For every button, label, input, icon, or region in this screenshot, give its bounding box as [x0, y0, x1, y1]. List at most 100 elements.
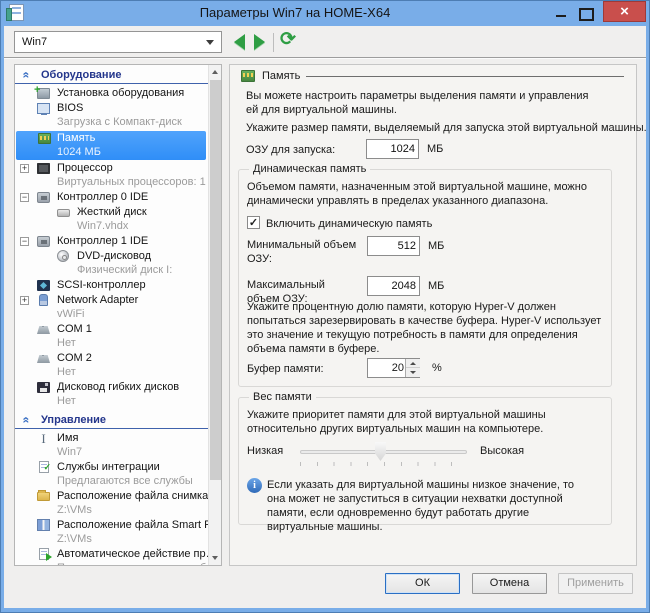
collapse-section-icon: «: [19, 71, 34, 79]
scroll-up-arrow[interactable]: [209, 65, 221, 79]
com-port-icon: [37, 355, 50, 363]
tree-item-sub: Виртуальных процессоров: 1: [57, 176, 206, 188]
tree-item-label: Автоматическое действие пр…: [57, 548, 208, 560]
settings-tree-panel: « Оборудование Установка оборудования BI…: [14, 64, 222, 566]
sidebar-item-integration-services[interactable]: Службы интеграции: [15, 460, 208, 475]
tree-item-label: Установка оборудования: [57, 87, 185, 99]
chevron-down-icon: [206, 40, 214, 45]
buffer-unit: %: [432, 362, 442, 374]
refresh-button[interactable]: ⟳: [280, 28, 296, 51]
tree-item-sub: Win7: [57, 446, 83, 458]
sidebar-item-dvd-drive[interactable]: DVD-дисковод: [15, 249, 208, 264]
bios-icon: [37, 103, 50, 115]
window-icon: [6, 4, 24, 21]
dynamic-memory-checkbox-label: Включить динамическую память: [266, 218, 433, 230]
sidebar-item-bios[interactable]: BIOS: [15, 101, 208, 116]
sidebar-item-smart-paging-location[interactable]: Расположение файла Smart P…: [15, 518, 208, 533]
auto-action-icon: [39, 548, 52, 561]
min-ram-input[interactable]: [367, 236, 420, 256]
sidebar-item-install-hardware[interactable]: Установка оборудования: [15, 83, 208, 101]
expand-toggle[interactable]: +: [20, 164, 29, 173]
tree-item-sub: Перезапустить, если ранее б…: [15, 562, 208, 565]
slider-thumb[interactable]: [375, 442, 386, 461]
vm-selector-dropdown[interactable]: Win7: [14, 31, 222, 53]
sidebar-item-com2[interactable]: COM 2: [15, 351, 208, 366]
tree-item-label: Расположение файла снимка: [57, 490, 208, 502]
max-ram-input[interactable]: [367, 276, 420, 296]
startup-ram-input[interactable]: [366, 139, 419, 159]
info-icon: i: [247, 478, 262, 493]
sidebar-item-ide-controller-0[interactable]: − Контроллер 0 IDE: [15, 190, 208, 205]
header-rule: [306, 76, 624, 77]
sidebar-item-name[interactable]: I Имя: [15, 431, 208, 446]
startup-ram-label: ОЗУ для запуска:: [246, 144, 336, 156]
titlebar[interactable]: Параметры Win7 на HOME-X64 ×: [0, 0, 650, 26]
sidebar-item-network-adapter[interactable]: + Network Adapter: [15, 293, 208, 308]
collapse-toggle[interactable]: −: [20, 193, 29, 202]
integration-services-icon: [39, 460, 51, 475]
slider-high-label: Высокая: [480, 445, 525, 457]
navigate-forward-button[interactable]: [254, 34, 265, 50]
scrollbar-thumb[interactable]: [210, 80, 221, 480]
settings-window: Параметры Win7 на HOME-X64 × Win7 ⟳ « Об…: [0, 0, 650, 613]
sidebar-item-auto-start-action[interactable]: Автоматическое действие пр…: [15, 547, 208, 562]
sidebar-item-processor[interactable]: + Процессор: [15, 161, 208, 176]
tree-scrollbar[interactable]: [208, 65, 221, 565]
intro-text-1: Вы можете настроить параметры выделения …: [246, 90, 589, 116]
navigate-back-button[interactable]: [234, 34, 245, 50]
sidebar-item-ide-controller-1[interactable]: − Контроллер 1 IDE: [15, 234, 208, 249]
panel-header: Память: [240, 70, 624, 82]
section-header-hardware[interactable]: « Оборудование: [15, 67, 208, 84]
snapshot-folder-icon: [37, 490, 50, 501]
sidebar-item-memory[interactable]: Память 1024 МБ: [16, 131, 206, 160]
section-title: Оборудование: [41, 69, 122, 81]
tree-item-sub: Z:\VMs: [57, 504, 92, 516]
scsi-controller-icon: [37, 280, 50, 291]
tree-item-sub: Win7.vhdx: [77, 220, 129, 232]
tree-item-label: Расположение файла Smart P…: [57, 519, 208, 531]
cancel-button[interactable]: Отмена: [472, 573, 547, 594]
spin-down-button[interactable]: [406, 368, 420, 377]
memory-icon: [240, 70, 256, 82]
com-port-icon: [37, 326, 50, 334]
check-icon: ✓: [248, 217, 259, 229]
expand-toggle[interactable]: +: [20, 296, 29, 305]
tree-item-label: DVD-дисковод: [77, 250, 152, 262]
settings-tree: « Оборудование Установка оборудования BI…: [15, 65, 208, 565]
tree-item-sub: Нет: [57, 366, 76, 378]
collapse-toggle[interactable]: −: [20, 237, 29, 246]
tree-item-sub: vWiFi: [57, 308, 85, 320]
sidebar-item-com1[interactable]: COM 1: [15, 322, 208, 337]
min-ram-unit: МБ: [428, 240, 445, 252]
apply-button[interactable]: Применить: [558, 573, 633, 594]
sidebar-item-snapshot-location[interactable]: Расположение файла снимка: [15, 489, 208, 504]
floppy-icon: [37, 382, 50, 393]
name-icon: I: [41, 431, 46, 446]
spin-up-button[interactable]: [406, 359, 420, 368]
slider-low-label: Низкая: [247, 445, 284, 457]
buffer-spinner[interactable]: 20: [367, 358, 420, 378]
intro-text-2: Укажите размер памяти, выделяемый для за…: [246, 122, 647, 134]
close-button[interactable]: ×: [603, 1, 646, 22]
tree-item-label: Процессор: [57, 162, 113, 174]
tree-item-label: Контроллер 0 IDE: [57, 191, 149, 203]
ok-button[interactable]: ОК: [385, 573, 460, 594]
window-title: Параметры Win7 на HOME-X64: [199, 5, 391, 20]
dynamic-memory-checkbox[interactable]: ✓: [247, 216, 260, 229]
tree-item-sub: Z:\VMs: [57, 533, 92, 545]
sidebar-item-hard-drive[interactable]: Жесткий диск: [15, 205, 208, 220]
tree-item-sub: Физический диск I:: [77, 264, 173, 276]
tree-item-label: BIOS: [57, 102, 84, 114]
minimize-button[interactable]: [550, 2, 572, 21]
section-header-management[interactable]: « Управление: [15, 412, 208, 429]
memory-icon: [38, 133, 51, 144]
tree-item-label: SCSI-контроллер: [57, 279, 146, 291]
dynamic-memory-desc: Объемом памяти, назначенным этой виртуал…: [247, 181, 587, 207]
scroll-down-arrow[interactable]: [209, 551, 221, 565]
sidebar-item-floppy-drive[interactable]: Дисковод гибких дисков: [15, 380, 208, 395]
tree-item-sub: Нет: [57, 395, 76, 407]
sidebar-item-scsi-controller[interactable]: SCSI-контроллер: [15, 278, 208, 293]
maximize-button[interactable]: [574, 2, 596, 21]
slider-ticks: [300, 462, 468, 466]
buffer-value: 20: [391, 362, 404, 374]
